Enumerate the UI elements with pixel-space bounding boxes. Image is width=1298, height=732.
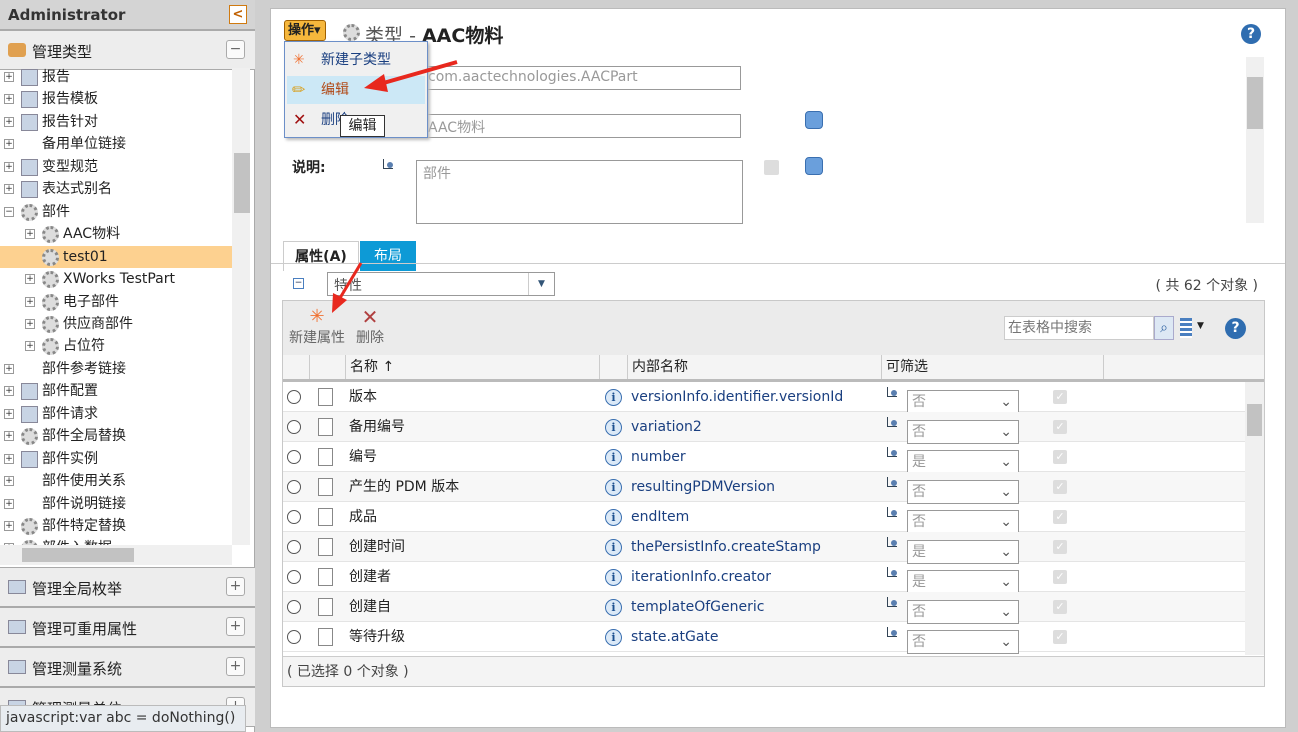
arrow-to-edit [364,60,458,92]
arrow-to-new-attribute [332,262,363,313]
annotation-arrows [332,60,458,313]
